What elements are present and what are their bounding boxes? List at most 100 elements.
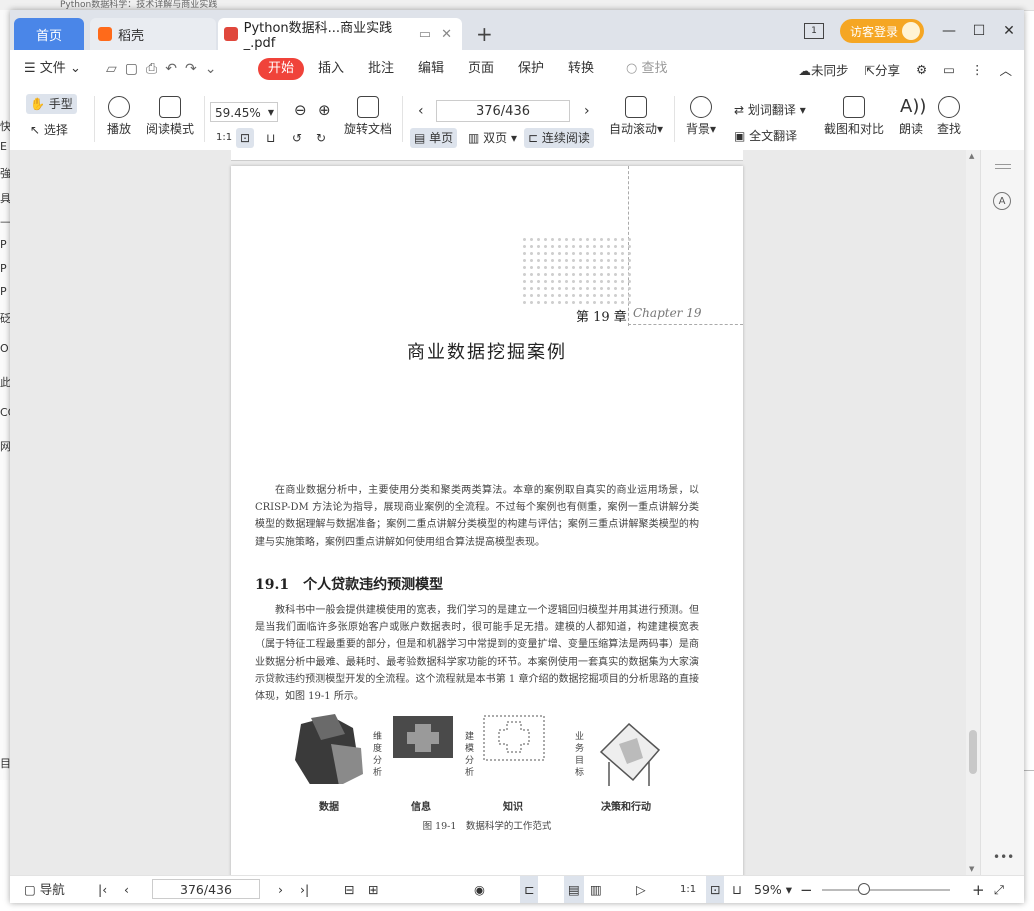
redo-icon[interactable]: ↷ xyxy=(185,61,197,77)
right-side-panel: A ••• xyxy=(980,150,1024,875)
panel-menu-icon[interactable] xyxy=(995,164,1011,169)
avatar-icon xyxy=(902,22,920,40)
tab-close-icon[interactable]: ✕ xyxy=(441,27,452,42)
tab-home[interactable]: 首页 xyxy=(14,18,84,50)
page-number-input[interactable]: 376/436 xyxy=(436,100,570,122)
continuous-read-button[interactable]: ⊏ 连续阅读 xyxy=(524,128,594,148)
previous-page-icon[interactable]: ‹ xyxy=(414,101,428,121)
scroll-up-icon[interactable]: ▲ xyxy=(969,152,974,160)
magnifier-icon xyxy=(938,96,960,118)
more-icon[interactable]: ⋮ xyxy=(971,62,984,77)
feedback-icon[interactable]: ▭ xyxy=(943,62,955,77)
fit-width-icon[interactable]: ⊔ xyxy=(262,128,279,148)
read-aloud-button[interactable]: A)) 朗读 xyxy=(896,96,926,137)
single-page-status-icon[interactable]: ▤ xyxy=(564,876,584,903)
fullscreen-icon[interactable]: ⤢ xyxy=(994,876,1004,903)
tab-daoke[interactable]: 稻壳 xyxy=(90,18,216,50)
eye-protect-icon[interactable]: ◉ xyxy=(474,876,485,903)
document-viewport[interactable]: 第 19 章 Chapter 19 商业数据挖掘案例 在商业数据分析中，主要使用… xyxy=(10,150,1024,878)
zoom-status-select[interactable]: 59% ▾ xyxy=(754,876,792,903)
zoom-slider-knob[interactable] xyxy=(858,883,870,895)
daoke-icon xyxy=(98,27,112,41)
workspace-icon[interactable]: 1 xyxy=(803,23,824,39)
share-button[interactable]: ⇱分享 xyxy=(864,60,900,79)
collapse-ribbon-icon[interactable]: ︿ xyxy=(999,60,1012,79)
maximize-button[interactable]: ☐ xyxy=(964,23,994,39)
fit-page-icon[interactable]: ⊡ xyxy=(236,128,255,148)
double-page-status-icon[interactable]: ▥ xyxy=(590,876,602,903)
file-menu[interactable]: ☰ 文件 ⌄ xyxy=(24,50,81,88)
rotate-right-icon[interactable]: ↻ xyxy=(312,128,330,148)
background-button[interactable]: 背景▾ xyxy=(684,96,718,137)
status-page-input[interactable]: 376/436 xyxy=(152,879,260,899)
sync-button[interactable]: ☁未同步 xyxy=(798,60,848,79)
close-window-button[interactable]: ✕ xyxy=(994,23,1024,39)
new-tab-button[interactable]: + xyxy=(476,22,493,46)
menu-start[interactable]: 开始 xyxy=(258,58,304,80)
next-page-status-icon[interactable]: › xyxy=(278,876,283,903)
actual-size-status-button[interactable]: 1:1 xyxy=(680,876,696,903)
zoom-out-status-icon[interactable]: − xyxy=(800,876,813,903)
minimize-button[interactable]: — xyxy=(934,23,964,39)
intro-paragraph: 在商业数据分析中，主要使用分类和聚类两类算法。本章的案例取自真实的商业运用场景，… xyxy=(255,485,699,548)
last-page-icon[interactable]: ›| xyxy=(300,876,309,903)
actual-size-label: 1:1 xyxy=(216,132,233,143)
ai-read-icon[interactable]: A xyxy=(993,192,1011,210)
scrollbar-thumb[interactable] xyxy=(969,730,977,774)
scroll-down-icon[interactable]: ▼ xyxy=(969,865,974,873)
play-button[interactable]: 播放 xyxy=(104,96,134,137)
double-page-button[interactable]: ▥ 双页 ▾ xyxy=(464,128,521,148)
menu-insert[interactable]: 插入 xyxy=(318,50,344,88)
menu-page[interactable]: 页面 xyxy=(468,50,494,88)
hand-tool-button[interactable]: ✋ 手型 xyxy=(26,94,77,114)
menu-protect[interactable]: 保护 xyxy=(518,50,544,88)
back-icon[interactable]: ⊟ xyxy=(344,876,354,903)
zoom-in-icon[interactable]: ⊕ xyxy=(314,100,335,120)
open-icon[interactable]: ▱ xyxy=(106,61,117,77)
rotate-left-icon[interactable]: ↺ xyxy=(288,128,306,148)
menu-right-actions: ☁未同步 ⇱分享 ⚙ ▭ ⋮ ︿ xyxy=(798,50,1012,88)
first-page-icon[interactable]: |‹ xyxy=(98,876,107,903)
fit-width-status-icon[interactable]: ⊔ xyxy=(732,876,742,903)
guest-login-button[interactable]: 访客登录 xyxy=(839,19,924,43)
menu-convert[interactable]: 转换 xyxy=(568,50,594,88)
zoom-select[interactable]: 59.45% ▼ xyxy=(210,102,278,122)
read-aloud-icon: A)) xyxy=(900,96,927,117)
screenshot-compare-button[interactable]: 截图和对比 xyxy=(822,96,886,137)
zoom-out-icon[interactable]: ⊖ xyxy=(290,100,311,120)
find-button[interactable]: 查找 xyxy=(934,96,964,137)
rotate-document-button[interactable]: 旋转文档 xyxy=(342,96,394,137)
auto-scroll-button[interactable]: 自动滚动▾ xyxy=(608,96,664,137)
save-icon[interactable]: ▢ xyxy=(125,61,138,77)
undo-icon[interactable]: ↶ xyxy=(165,61,177,77)
fit-page-status-icon[interactable]: ⊡ xyxy=(706,876,725,903)
print-icon[interactable]: ⎙ xyxy=(146,61,157,77)
word-translate-button[interactable]: ⇄ 划词翻译 ▾ xyxy=(730,100,810,120)
vertical-scrollbar[interactable]: ▲ ▼ xyxy=(966,150,980,875)
next-page-icon[interactable]: › xyxy=(580,101,594,121)
panel-more-icon[interactable]: ••• xyxy=(993,850,1014,864)
full-translate-button[interactable]: ▣ 全文翻译 xyxy=(730,126,801,146)
play-status-icon[interactable]: ▷ xyxy=(636,876,646,903)
tab-daoke-label: 稻壳 xyxy=(118,28,145,44)
zoom-slider[interactable] xyxy=(822,883,950,895)
single-page-button[interactable]: ▤ 单页 xyxy=(410,128,458,148)
cloud-icon: ☁ xyxy=(798,62,811,78)
quick-access-more-icon[interactable]: ⌄ xyxy=(205,61,217,77)
menu-edit[interactable]: 编辑 xyxy=(418,50,444,88)
actual-size-button[interactable]: 1:1 xyxy=(212,128,236,148)
menu-comment[interactable]: 批注 xyxy=(368,50,394,88)
zoom-in-status-icon[interactable]: + xyxy=(972,876,985,903)
menu-search[interactable]: ○ 查找 xyxy=(626,50,668,88)
file-menu-label: 文件 xyxy=(39,61,66,76)
settings-icon[interactable]: ⚙ xyxy=(916,62,927,77)
tab-pin-icon[interactable]: ▭ xyxy=(419,27,431,42)
navigation-button[interactable]: ▢ 导航 xyxy=(24,876,65,903)
previous-page-status-icon[interactable]: ‹ xyxy=(124,876,129,903)
read-mode-button[interactable]: 阅读模式 xyxy=(144,96,196,137)
select-tool-button[interactable]: ↖ 选择 xyxy=(26,120,72,140)
tab-pdf-document[interactable]: Python数据科...商业实践_.pdf ▭ ✕ xyxy=(218,18,462,51)
continuous-status-icon[interactable]: ⊏ xyxy=(520,876,539,903)
decision-sign-figure xyxy=(599,722,661,786)
forward-icon[interactable]: ⊞ xyxy=(368,876,378,903)
